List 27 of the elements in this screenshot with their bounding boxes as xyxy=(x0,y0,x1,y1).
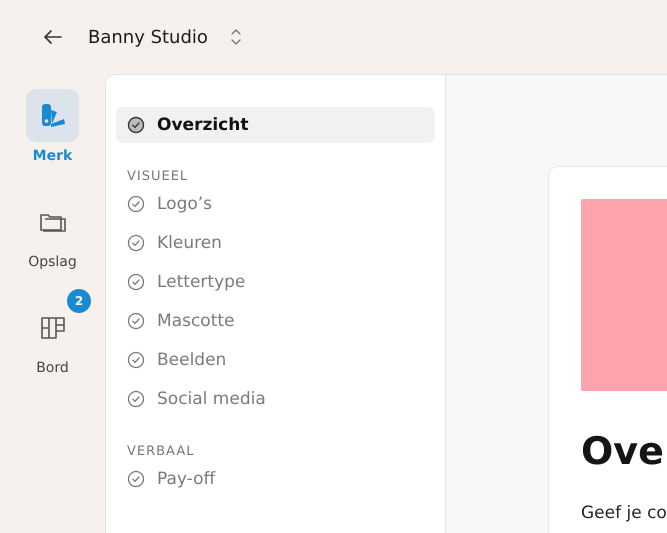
nav-item[interactable]: Mascotte xyxy=(116,301,435,340)
intro-text: Geef je co xyxy=(581,502,667,523)
page-heading: Ove xyxy=(581,429,665,475)
check-circle-icon xyxy=(127,470,145,488)
nav-item[interactable]: Kleuren xyxy=(116,223,435,262)
check-circle-icon xyxy=(127,312,145,330)
notification-badge: 2 xyxy=(67,289,91,313)
check-circle-icon xyxy=(127,390,145,408)
check-circle-icon xyxy=(127,272,145,290)
chevron-up-down-icon[interactable] xyxy=(230,27,242,47)
rail-tab[interactable]: Opslag xyxy=(14,183,91,289)
nav-item[interactable]: Pay-off xyxy=(116,459,435,498)
workspace-title: Banny Studio xyxy=(88,26,208,48)
check-circle-icon xyxy=(127,234,145,252)
rail-tab[interactable]: 2 Bord xyxy=(14,289,91,395)
board-icon xyxy=(40,316,66,340)
nav-item[interactable]: Logo’s xyxy=(116,184,435,223)
check-circle-icon xyxy=(127,194,145,212)
nav-item[interactable]: Lettertype xyxy=(116,262,435,301)
section-heading: VISUEEL xyxy=(126,169,190,184)
nav-item[interactable]: Beelden xyxy=(116,340,435,379)
nav-item[interactable]: Overzicht xyxy=(116,107,435,143)
nav-item[interactable]: Social media xyxy=(116,379,435,418)
check-circle-icon xyxy=(127,116,145,134)
section-heading: VERBAAL xyxy=(126,444,196,459)
check-circle-icon xyxy=(127,350,145,368)
rail-tab[interactable]: Merk xyxy=(14,77,91,183)
